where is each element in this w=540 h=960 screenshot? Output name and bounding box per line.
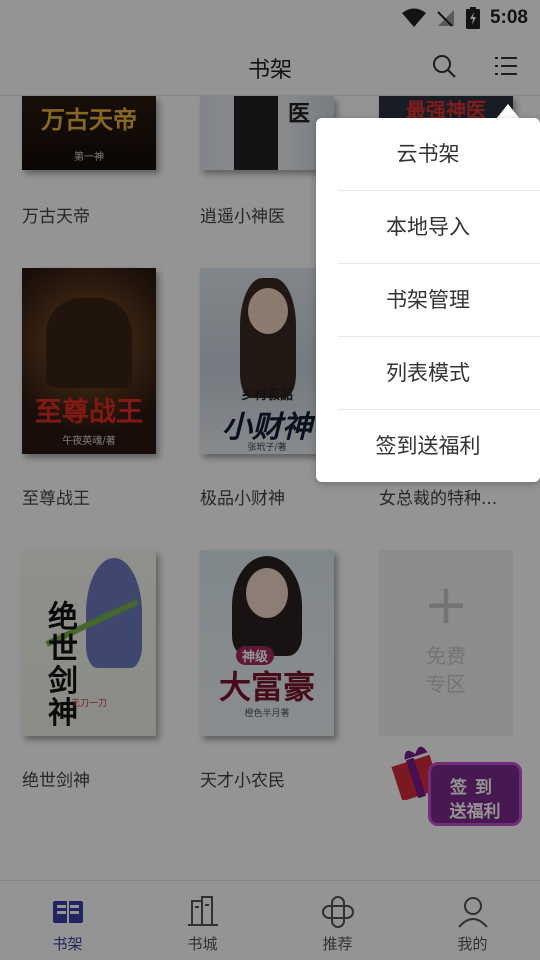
menu-item-local-import[interactable]: 本地导入 <box>338 191 540 264</box>
menu-item-label: 本地导入 <box>386 215 470 239</box>
popup-arrow <box>496 104 520 119</box>
menu-item-cloud-shelf[interactable]: 云书架 <box>338 118 540 191</box>
menu-item-list-mode[interactable]: 列表模式 <box>338 337 540 410</box>
popup-menu: 云书架 本地导入 书架管理 列表模式 签到送福利 <box>316 118 540 482</box>
menu-item-checkin-reward[interactable]: 签到送福利 <box>338 410 540 483</box>
menu-item-shelf-manage[interactable]: 书架管理 <box>338 264 540 337</box>
menu-item-label: 云书架 <box>396 142 460 166</box>
menu-item-label: 书架管理 <box>386 288 470 312</box>
menu-item-label: 列表模式 <box>386 361 470 385</box>
menu-item-label: 签到送福利 <box>375 434 481 458</box>
